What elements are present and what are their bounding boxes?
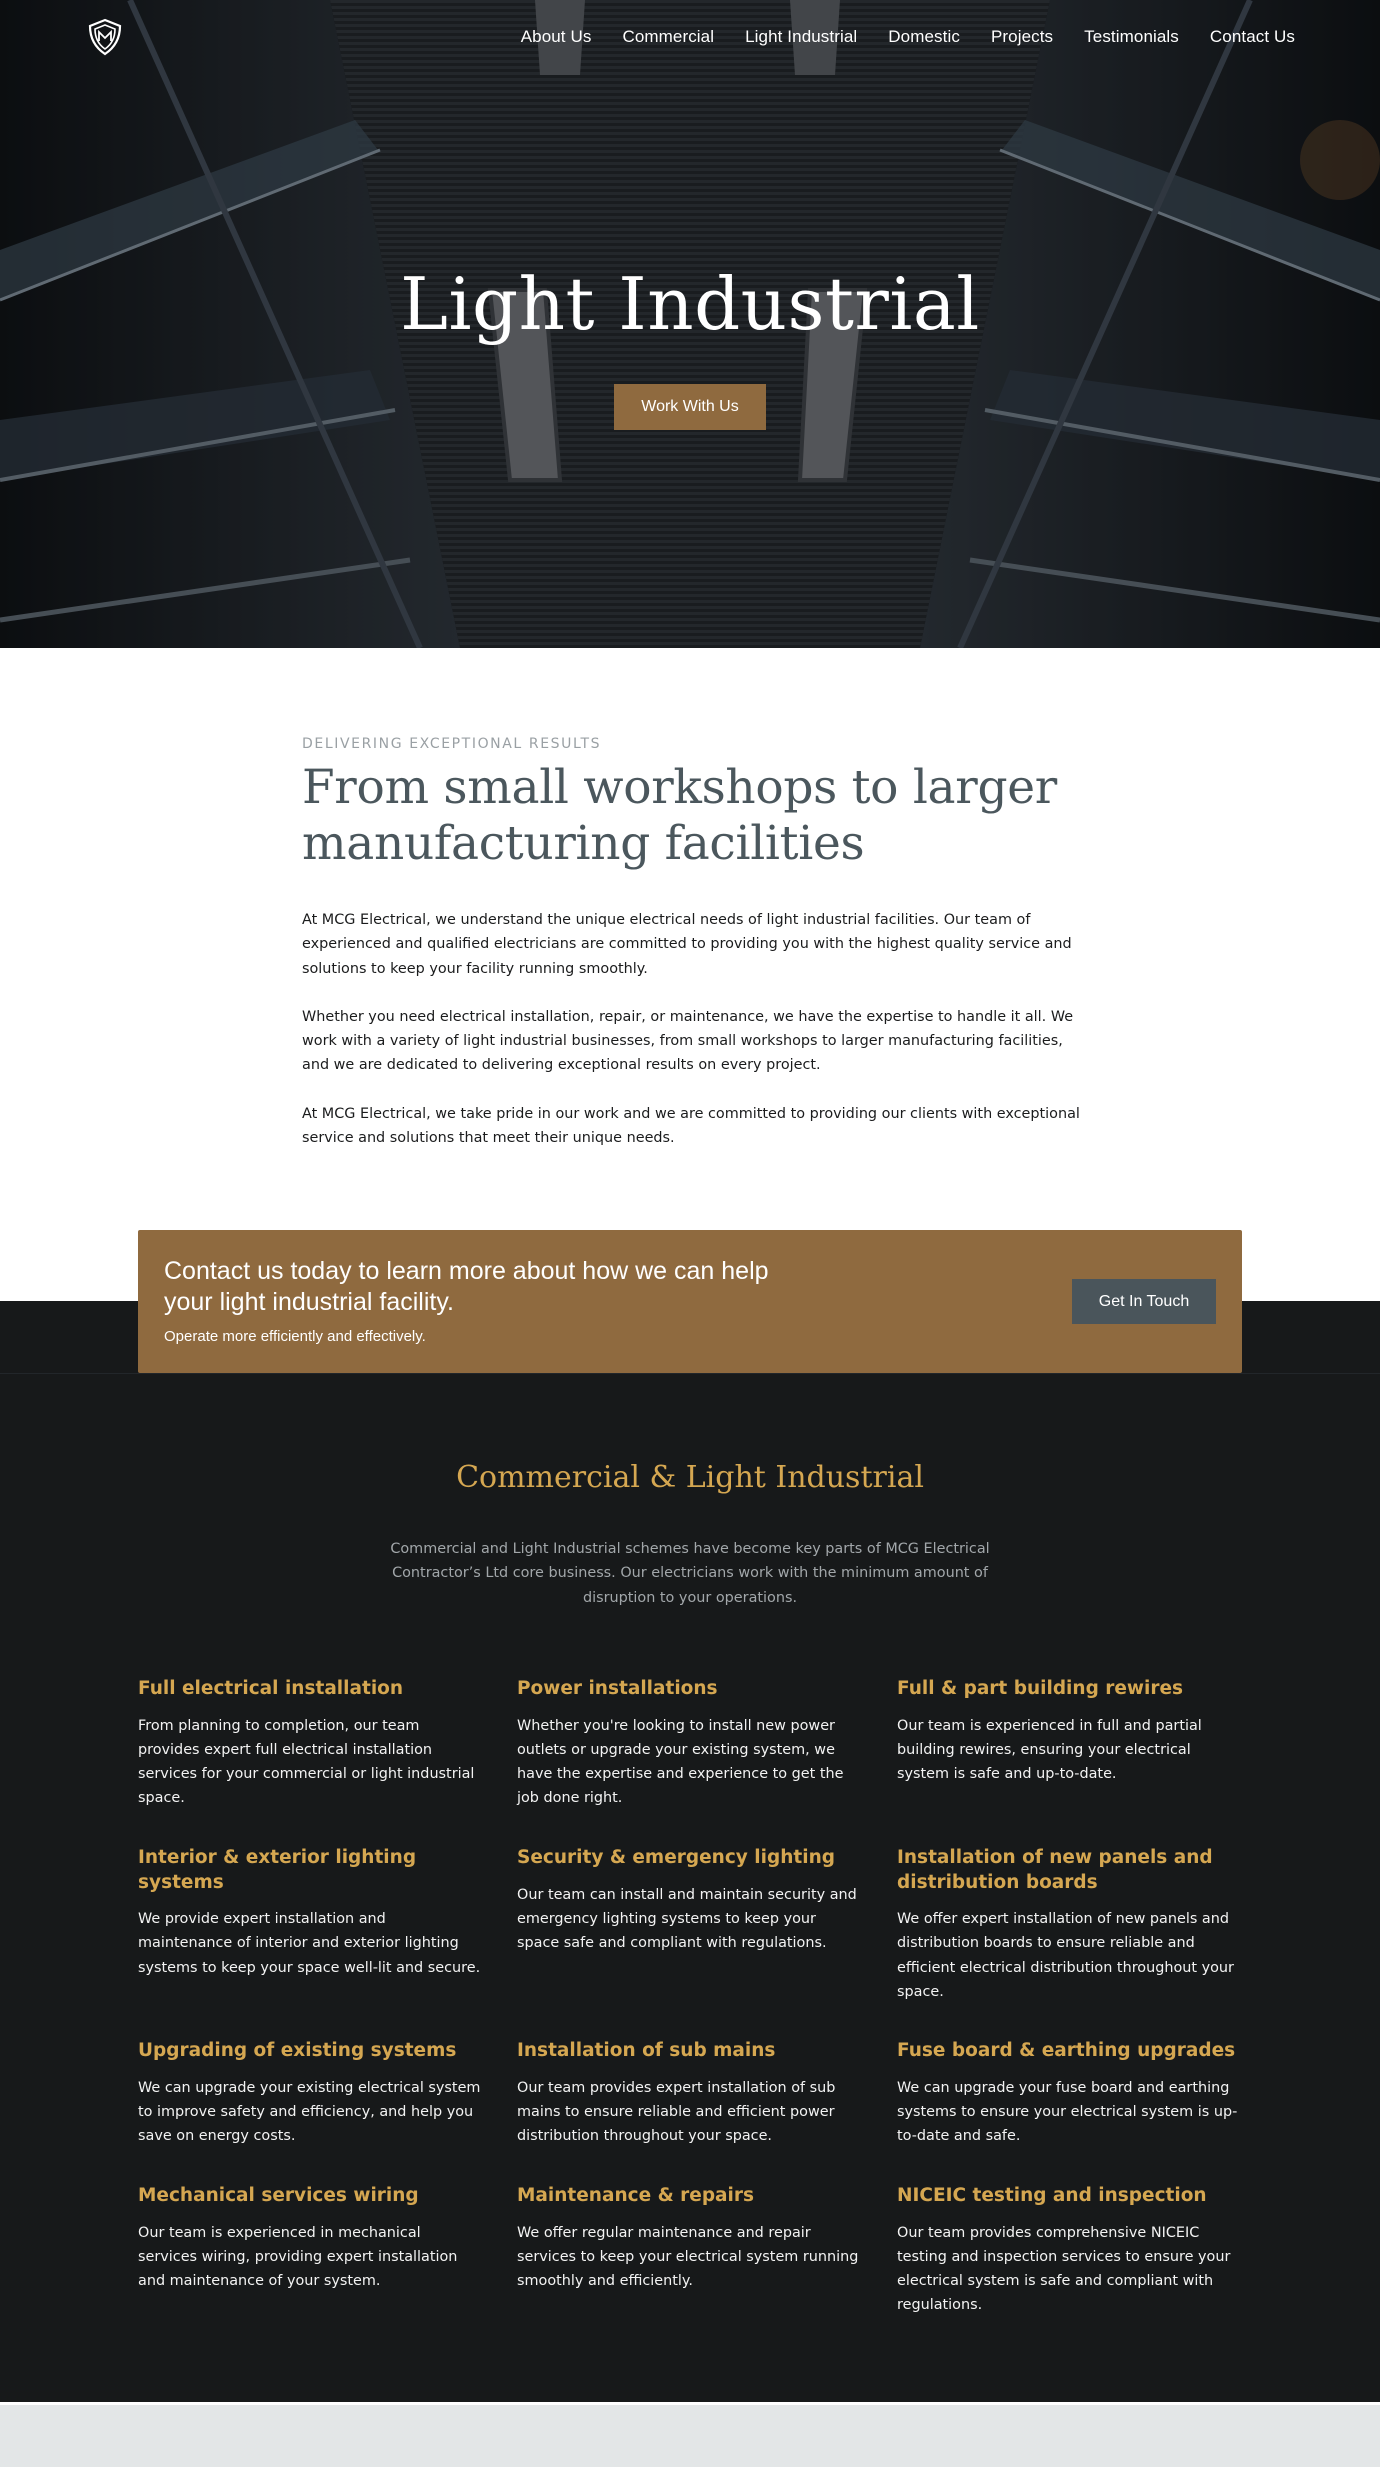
service-title: Fuse board & earthing upgrades	[897, 2040, 1236, 2061]
top-navigation: About Us Commercial Light Industrial Dom…	[0, 0, 1380, 76]
service-title: Power installations	[517, 1678, 718, 1699]
contact-cta-banner: Contact us today to learn more about how…	[138, 1230, 1242, 1373]
shield-logo-icon[interactable]	[85, 17, 125, 57]
nav-link-testimonials[interactable]: Testimonials	[1084, 27, 1179, 47]
intro-heading: From small workshops to larger manufactu…	[302, 760, 1057, 871]
intro-section: DELIVERING EXCEPTIONAL RESULTS From smal…	[0, 648, 1380, 1301]
service-item: Power installations Whether you're looki…	[517, 1677, 862, 1811]
service-item: Fuse board & earthing upgrades We can up…	[897, 2039, 1242, 2148]
intro-paragraph: At MCG Electrical, we take pride in our …	[302, 1105, 1080, 1147]
services-heading: Commercial & Light Industrial	[456, 1460, 924, 1495]
nav-link-contact-us[interactable]: Contact Us	[1210, 27, 1295, 47]
nav-link-about-us[interactable]: About Us	[521, 27, 592, 47]
service-title: Installation of sub mains	[517, 2040, 776, 2061]
service-title: Security & emergency lighting	[517, 1847, 836, 1868]
service-description: We offer regular maintenance and repair …	[517, 2224, 859, 2290]
get-in-touch-button[interactable]: Get In Touch	[1072, 1279, 1216, 1324]
footer-band	[0, 2405, 1380, 2467]
service-description: Whether you're looking to install new po…	[517, 1717, 844, 1807]
service-description: Our team can install and maintain securi…	[517, 1886, 857, 1952]
nav-link-light-industrial[interactable]: Light Industrial	[745, 27, 857, 47]
service-description: Our team provides expert installation of…	[517, 2079, 836, 2145]
service-description: We can upgrade your existing electrical …	[138, 2079, 481, 2145]
service-item: Full & part building rewires Our team is…	[897, 1677, 1242, 1786]
cta-subheading: Operate more efficiently and effectively…	[164, 1328, 426, 1345]
section-divider	[0, 1373, 1380, 1374]
service-item: Full electrical installation From planni…	[138, 1677, 483, 1811]
hero-title: Light Industrial	[400, 262, 980, 346]
intro-content: DELIVERING EXCEPTIONAL RESULTS From smal…	[302, 736, 1082, 1174]
intro-paragraph: Whether you need electrical installation…	[302, 1008, 1074, 1074]
intro-eyebrow: DELIVERING EXCEPTIONAL RESULTS	[302, 736, 602, 752]
nav-link-projects[interactable]: Projects	[991, 27, 1053, 47]
service-title: NICEIC testing and inspection	[897, 2185, 1207, 2206]
service-description: From planning to completion, our team pr…	[138, 1717, 475, 1807]
service-description: Our team is experienced in mechanical se…	[138, 2224, 458, 2290]
cta-heading: Contact us today to learn more about how…	[164, 1257, 769, 1316]
service-title: Full & part building rewires	[897, 1678, 1184, 1699]
service-title: Mechanical services wiring	[138, 2185, 419, 2206]
work-with-us-button[interactable]: Work With Us	[614, 384, 766, 430]
services-description: Commercial and Light Industrial schemes …	[390, 1541, 990, 1606]
service-title: Maintenance & repairs	[517, 2185, 755, 2206]
service-item: Upgrading of existing systems We can upg…	[138, 2039, 483, 2148]
service-item: Installation of new panels and distribut…	[897, 1846, 1242, 2004]
service-title: Interior & exterior lighting systems	[138, 1847, 417, 1893]
intro-paragraph: At MCG Electrical, we understand the uni…	[302, 912, 1072, 977]
service-item: Security & emergency lighting Our team c…	[517, 1846, 862, 1955]
service-title: Upgrading of existing systems	[138, 2040, 457, 2061]
service-description: We can upgrade your fuse board and earth…	[897, 2079, 1238, 2145]
service-item: Interior & exterior lighting systems We …	[138, 1846, 483, 1980]
nav-link-domestic[interactable]: Domestic	[888, 27, 960, 47]
nav-links: About Us Commercial Light Industrial Dom…	[490, 27, 1295, 47]
service-description: Our team is experienced in full and part…	[897, 1717, 1202, 1783]
service-description: Our team provides comprehensive NICEIC t…	[897, 2224, 1231, 2314]
service-title: Installation of new panels and distribut…	[897, 1847, 1213, 1893]
service-item: Installation of sub mains Our team provi…	[517, 2039, 862, 2148]
service-description: We provide expert installation and maint…	[138, 1911, 481, 1976]
hero-section: About Us Commercial Light Industrial Dom…	[0, 0, 1380, 648]
service-item: Maintenance & repairs We offer regular m…	[517, 2184, 862, 2293]
service-item: Mechanical services wiring Our team is e…	[138, 2184, 483, 2293]
nav-link-commercial[interactable]: Commercial	[622, 27, 714, 47]
service-title: Full electrical installation	[138, 1678, 404, 1699]
service-item: NICEIC testing and inspection Our team p…	[897, 2184, 1242, 2318]
service-description: We offer expert installation of new pane…	[897, 1911, 1234, 2000]
